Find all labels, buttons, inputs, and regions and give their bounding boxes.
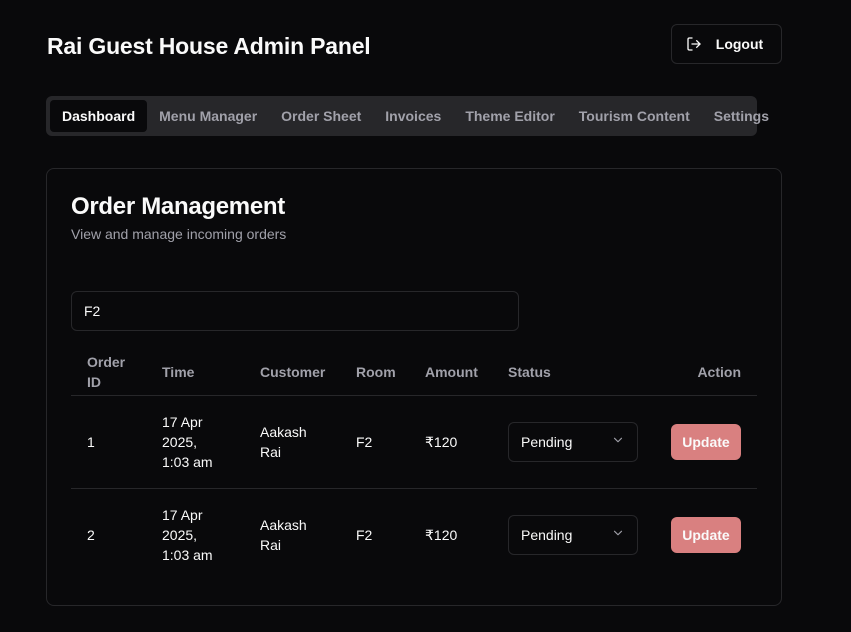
table-row: 2 17 Apr 2025, 1:03 am Aakash Rai F2 ₹12… — [71, 488, 757, 581]
orders-table: Order ID Time Customer Room Amount Statu… — [71, 349, 757, 581]
col-order-id: Order ID — [71, 349, 146, 396]
status-select[interactable]: Pending — [508, 515, 638, 555]
status-select-value: Pending — [521, 434, 573, 450]
tab-dashboard[interactable]: Dashboard — [50, 100, 148, 132]
order-management-card: Order Management View and manage incomin… — [46, 168, 782, 606]
col-status: Status — [492, 349, 638, 396]
update-button[interactable]: Update — [671, 517, 741, 553]
status-select-value: Pending — [521, 527, 573, 543]
col-room: Room — [340, 349, 409, 396]
app-title: Rai Guest House Admin Panel — [47, 33, 371, 59]
nav-tabs: Dashboard Menu Manager Order Sheet Invoi… — [46, 96, 769, 136]
order-customer: Aakash Rai — [244, 488, 340, 581]
status-cell: Pending — [492, 488, 638, 581]
action-cell: Update — [638, 396, 757, 489]
tab-theme-editor[interactable]: Theme Editor — [453, 100, 566, 132]
tab-menu-manager[interactable]: Menu Manager — [147, 100, 269, 132]
card-description: View and manage incoming orders — [71, 226, 287, 242]
col-customer: Customer — [244, 349, 340, 396]
order-room: F2 — [356, 434, 373, 450]
order-time: 17 Apr 2025, 1:03 am — [146, 488, 244, 581]
tab-invoices[interactable]: Invoices — [373, 100, 453, 132]
order-id: 1 — [87, 434, 95, 450]
order-time: 17 Apr 2025, 1:03 am — [162, 414, 213, 470]
tab-order-sheet[interactable]: Order Sheet — [269, 100, 373, 132]
chevron-down-icon — [611, 432, 625, 452]
order-id: 2 — [71, 488, 146, 581]
status-cell: Pending — [492, 396, 638, 489]
table-header-row: Order ID Time Customer Room Amount Statu… — [71, 349, 757, 396]
status-select[interactable]: Pending — [508, 422, 638, 462]
col-time: Time — [146, 349, 244, 396]
update-button[interactable]: Update — [671, 424, 741, 460]
card-title: Order Management — [71, 193, 285, 220]
logout-label: Logout — [715, 36, 764, 52]
tab-settings[interactable]: Settings — [702, 100, 781, 132]
order-amount: ₹120 — [425, 434, 458, 450]
col-amount: Amount — [409, 349, 492, 396]
logout-button[interactable]: Logout — [671, 24, 782, 64]
logout-icon — [686, 36, 702, 52]
action-cell: Update — [638, 488, 757, 581]
order-customer: Aakash Rai — [260, 424, 307, 460]
table-row: 1 17 Apr 2025, 1:03 am Aakash Rai F2 ₹12… — [71, 396, 757, 489]
chevron-down-icon — [611, 525, 625, 545]
order-room: F2 — [340, 488, 409, 581]
admin-page: Rai Guest House Admin Panel Logout Dashb… — [0, 0, 851, 632]
order-amount: ₹120 — [409, 488, 492, 581]
order-search-input[interactable] — [71, 291, 519, 331]
col-action: Action — [638, 349, 757, 396]
tab-tourism-content[interactable]: Tourism Content — [567, 100, 702, 132]
